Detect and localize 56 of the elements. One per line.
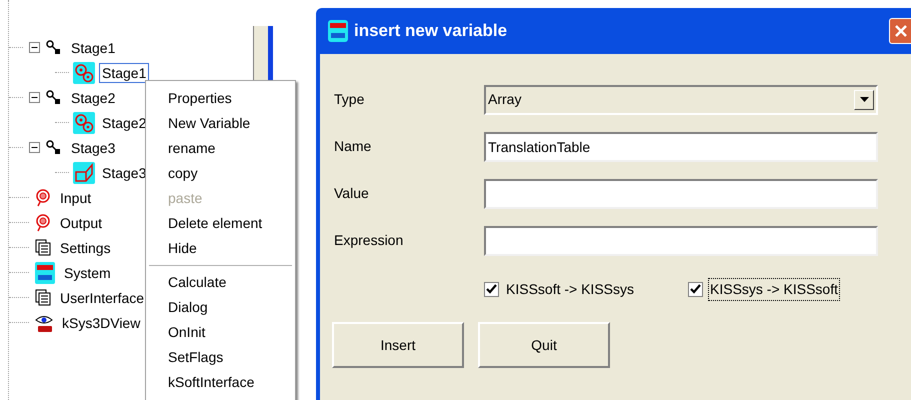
document-icon — [35, 289, 51, 306]
tree-item[interactable]: Output — [57, 212, 106, 232]
menu-item[interactable]: SetFlags — [149, 345, 292, 370]
app-logo-icon — [328, 20, 348, 42]
link-icon — [46, 140, 62, 156]
collapse-icon[interactable] — [29, 42, 40, 53]
menu-item[interactable]: OnInit — [149, 320, 292, 345]
menu-item[interactable]: rename — [146, 136, 295, 161]
target-icon — [35, 188, 51, 206]
menu-item[interactable]: Hide — [146, 236, 295, 261]
target-icon — [35, 214, 51, 232]
tree-item[interactable]: Stage3 — [68, 138, 118, 158]
dialog-button[interactable]: Insert — [332, 322, 464, 368]
menu-item[interactable]: Dialog — [149, 295, 292, 320]
checkbox-label[interactable]: KISSsoft -> KISSsys — [504, 278, 636, 300]
checkbox-label[interactable]: KISSsys -> KISSsoft — [708, 278, 840, 300]
field-label: Name — [334, 137, 372, 156]
tree-item[interactable]: UserInterface — [57, 288, 148, 308]
tree-item[interactable]: System — [61, 262, 114, 282]
close-icon — [894, 25, 906, 37]
menu-item[interactable]: Delete element — [146, 211, 295, 236]
link-icon — [46, 90, 62, 106]
field-label: Expression — [334, 231, 404, 250]
text-field[interactable]: TranslationTable — [484, 132, 878, 162]
tree-item[interactable]: kSys3DView — [59, 312, 144, 332]
checkbox[interactable] — [484, 282, 499, 296]
menu-item[interactable]: copy — [146, 161, 295, 186]
gears-icon — [73, 62, 95, 84]
close-button[interactable] — [889, 18, 911, 44]
dialog-button[interactable]: Quit — [478, 322, 610, 368]
menu-item[interactable]: Calculate — [149, 270, 292, 295]
document-icon — [35, 239, 51, 256]
checkbox[interactable] — [688, 282, 703, 296]
window-title: insert new variable — [354, 20, 508, 42]
tree-item[interactable]: Stage1 — [99, 62, 150, 82]
type-dropdown[interactable]: Array — [484, 84, 878, 114]
tree-item[interactable]: Settings — [57, 238, 114, 258]
scrollbar[interactable] — [253, 26, 273, 82]
tree-item[interactable]: Input — [57, 188, 94, 208]
gears-icon — [73, 112, 95, 134]
menu-item[interactable]: Properties — [146, 86, 295, 111]
text-field[interactable] — [484, 226, 878, 256]
check-icon — [690, 284, 701, 294]
field-label: Type — [334, 90, 366, 109]
text-field[interactable] — [484, 178, 878, 208]
collapse-icon[interactable] — [29, 92, 40, 103]
cube-icon — [73, 162, 95, 184]
tree-item[interactable]: Stage2 — [68, 88, 118, 108]
app-logo-icon — [35, 262, 55, 284]
link-icon — [46, 40, 62, 56]
dropdown-arrow-icon — [860, 97, 868, 102]
field-label: Value — [334, 184, 370, 203]
check-icon — [486, 284, 497, 294]
collapse-icon[interactable] — [29, 142, 40, 153]
menu-item[interactable]: kSoftInterface — [149, 370, 292, 395]
tree-item[interactable]: Stage1 — [68, 38, 118, 58]
